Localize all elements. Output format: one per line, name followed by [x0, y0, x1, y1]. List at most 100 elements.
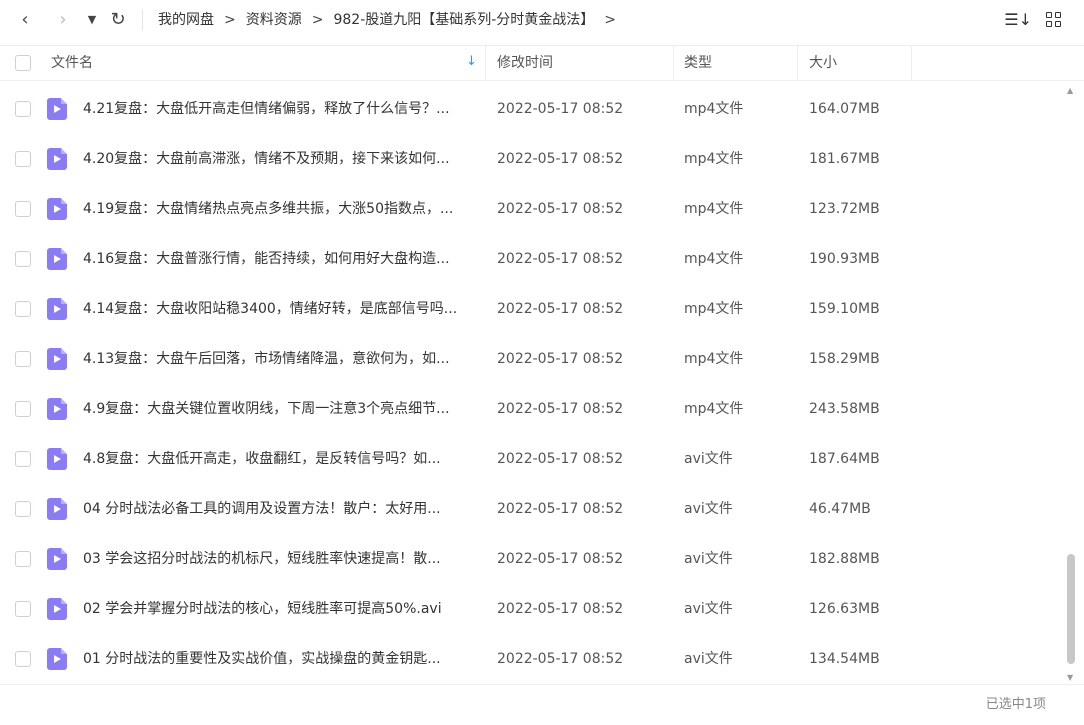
table-row[interactable]: 4.13复盘：大盘午后回落，市场情绪降温，意欲何为，如... 2022-05-17…: [0, 334, 1062, 384]
column-header-size[interactable]: 大小: [809, 46, 837, 80]
file-type: avi文件: [684, 601, 733, 617]
file-name[interactable]: 02 学会并掌握分时战法的核心，短线胜率可提高50%.avi: [83, 584, 478, 634]
file-name[interactable]: 4.13复盘：大盘午后回落，市场情绪降温，意欲何为，如...: [83, 334, 478, 384]
file-type: mp4文件: [684, 401, 744, 417]
file-modified: 2022-05-17 08:52: [497, 451, 624, 467]
refresh-icon[interactable]: ↻: [106, 8, 130, 32]
video-file-icon: [47, 398, 67, 420]
breadcrumb-separator: >: [604, 12, 617, 28]
file-size: 181.67MB: [809, 151, 880, 167]
video-file-icon: [47, 498, 67, 520]
file-name[interactable]: 4.9复盘：大盘关键位置收阴线，下周一注意3个亮点细节...: [83, 384, 478, 434]
file-size: 158.29MB: [809, 351, 880, 367]
file-type: avi文件: [684, 501, 733, 517]
video-file-icon: [47, 548, 67, 570]
file-name[interactable]: 4.19复盘：大盘情绪热点亮点多维共振，大涨50指数点，...: [83, 184, 478, 234]
file-name[interactable]: 01 分时战法的重要性及实战价值，实战操盘的黄金钥匙...: [83, 634, 478, 684]
scrollbar[interactable]: ▲ ▼: [1064, 84, 1078, 684]
file-type: mp4文件: [684, 101, 744, 117]
file-type: mp4文件: [684, 201, 744, 217]
column-header-type[interactable]: 类型: [684, 46, 712, 80]
table-row[interactable]: 4.8复盘：大盘低开高走，收盘翻红，是反转信号吗？如... 2022-05-17 …: [0, 434, 1062, 484]
column-divider[interactable]: [797, 46, 798, 80]
column-divider[interactable]: [673, 46, 674, 80]
video-file-icon: [47, 598, 67, 620]
row-checkbox[interactable]: [15, 501, 31, 517]
forward-icon[interactable]: ›: [52, 8, 74, 32]
file-name[interactable]: 4.14复盘：大盘收阳站稳3400，情绪好转，是底部信号吗...: [83, 284, 478, 334]
file-type: avi文件: [684, 451, 733, 467]
file-type: mp4文件: [684, 251, 744, 267]
file-size: 159.10MB: [809, 301, 880, 317]
file-modified: 2022-05-17 08:52: [497, 601, 624, 617]
file-name[interactable]: 4.8复盘：大盘低开高走，收盘翻红，是反转信号吗？如...: [83, 434, 478, 484]
table-row[interactable]: 4.20复盘：大盘前高滞涨，情绪不及预期，接下来该如何... 2022-05-17…: [0, 134, 1062, 184]
row-checkbox[interactable]: [15, 201, 31, 217]
column-divider[interactable]: [485, 46, 486, 80]
scrollbar-thumb[interactable]: [1067, 554, 1075, 664]
sort-order-icon[interactable]: ☰↓: [1004, 10, 1032, 29]
video-file-icon: [47, 298, 67, 320]
file-size: 243.58MB: [809, 401, 880, 417]
file-type: avi文件: [684, 651, 733, 667]
file-modified: 2022-05-17 08:52: [497, 551, 624, 567]
row-checkbox[interactable]: [15, 351, 31, 367]
table-row[interactable]: 4.9复盘：大盘关键位置收阴线，下周一注意3个亮点细节... 2022-05-17…: [0, 384, 1062, 434]
scroll-up-icon[interactable]: ▲: [1067, 86, 1073, 95]
row-checkbox[interactable]: [15, 251, 31, 267]
row-checkbox[interactable]: [15, 451, 31, 467]
file-size: 123.72MB: [809, 201, 880, 217]
column-header-modified[interactable]: 修改时间: [497, 46, 553, 80]
grid-view-icon[interactable]: [1046, 12, 1062, 28]
toolbar: ‹ › ▼ ↻ 我的网盘 > 资料资源 >982-股道九阳【基础系列-分时黄金战法】 >…: [0, 0, 1084, 42]
table-row[interactable]: 02 学会并掌握分时战法的核心，短线胜率可提高50%.avi 2022-05-17…: [0, 584, 1062, 634]
video-file-icon: [47, 348, 67, 370]
table-row[interactable]: 4.19复盘：大盘情绪热点亮点多维共振，大涨50指数点，... 2022-05-1…: [0, 184, 1062, 234]
breadcrumb-separator: >: [311, 12, 324, 28]
file-modified: 2022-05-17 08:52: [497, 251, 624, 267]
file-name[interactable]: 03 学会这招分时战法的机标尺，短线胜率快速提高！散...: [83, 534, 478, 584]
selection-status: 已选中1项: [985, 697, 1046, 712]
status-bar: 已选中1项: [0, 684, 1084, 725]
file-modified: 2022-05-17 08:52: [497, 351, 624, 367]
select-all-checkbox[interactable]: [15, 55, 31, 71]
file-type: mp4文件: [684, 351, 744, 367]
back-icon[interactable]: ‹: [14, 8, 36, 32]
table-row[interactable]: 04 分时战法必备工具的调用及设置方法！散户：太好用... 2022-05-17 …: [0, 484, 1062, 534]
video-file-icon: [47, 448, 67, 470]
table-row[interactable]: 4.14复盘：大盘收阳站稳3400，情绪好转，是底部信号吗... 2022-05-…: [0, 284, 1062, 334]
scroll-down-icon[interactable]: ▼: [1067, 673, 1073, 682]
table-header: 文件名 ↓ 修改时间 类型 大小: [0, 45, 1084, 81]
file-size: 182.88MB: [809, 551, 880, 567]
breadcrumb-separator: >: [224, 12, 236, 28]
file-modified: 2022-05-17 08:52: [497, 651, 624, 667]
row-checkbox[interactable]: [15, 401, 31, 417]
row-checkbox[interactable]: [15, 651, 31, 667]
row-checkbox[interactable]: [15, 551, 31, 567]
sort-down-icon[interactable]: ↓: [466, 54, 477, 69]
column-header-name[interactable]: 文件名: [51, 46, 93, 80]
row-checkbox[interactable]: [15, 151, 31, 167]
file-size: 164.07MB: [809, 101, 880, 117]
row-checkbox[interactable]: [15, 301, 31, 317]
file-name[interactable]: 4.16复盘：大盘普涨行情，能否持续，如何用好大盘构造...: [83, 234, 478, 284]
breadcrumb-item-my-drive[interactable]: 我的网盘: [158, 0, 214, 40]
breadcrumb-item-resources[interactable]: 资料资源: [246, 0, 302, 40]
breadcrumb-item-current[interactable]: 982-股道九阳【基础系列-分时黄金战法】: [333, 0, 594, 40]
table-row[interactable]: 4.21复盘：大盘低开高走但情绪偏弱，释放了什么信号？... 2022-05-17…: [0, 84, 1062, 134]
row-checkbox[interactable]: [15, 601, 31, 617]
history-dropdown-icon[interactable]: ▼: [84, 8, 100, 32]
file-size: 190.93MB: [809, 251, 880, 267]
video-file-icon: [47, 648, 67, 670]
row-checkbox[interactable]: [15, 101, 31, 117]
table-row[interactable]: 4.16复盘：大盘普涨行情，能否持续，如何用好大盘构造... 2022-05-17…: [0, 234, 1062, 284]
table-row[interactable]: 01 分时战法的重要性及实战价值，实战操盘的黄金钥匙... 2022-05-17 …: [0, 634, 1062, 684]
table-row[interactable]: 03 学会这招分时战法的机标尺，短线胜率快速提高！散... 2022-05-17 …: [0, 534, 1062, 584]
file-name[interactable]: 4.20复盘：大盘前高滞涨，情绪不及预期，接下来该如何...: [83, 134, 478, 184]
file-name[interactable]: 4.21复盘：大盘低开高走但情绪偏弱，释放了什么信号？...: [83, 84, 478, 134]
file-size: 134.54MB: [809, 651, 880, 667]
column-divider[interactable]: [911, 46, 912, 80]
file-name[interactable]: 04 分时战法必备工具的调用及设置方法！散户：太好用...: [83, 484, 478, 534]
file-modified: 2022-05-17 08:52: [497, 101, 624, 117]
file-modified: 2022-05-17 08:52: [497, 201, 624, 217]
